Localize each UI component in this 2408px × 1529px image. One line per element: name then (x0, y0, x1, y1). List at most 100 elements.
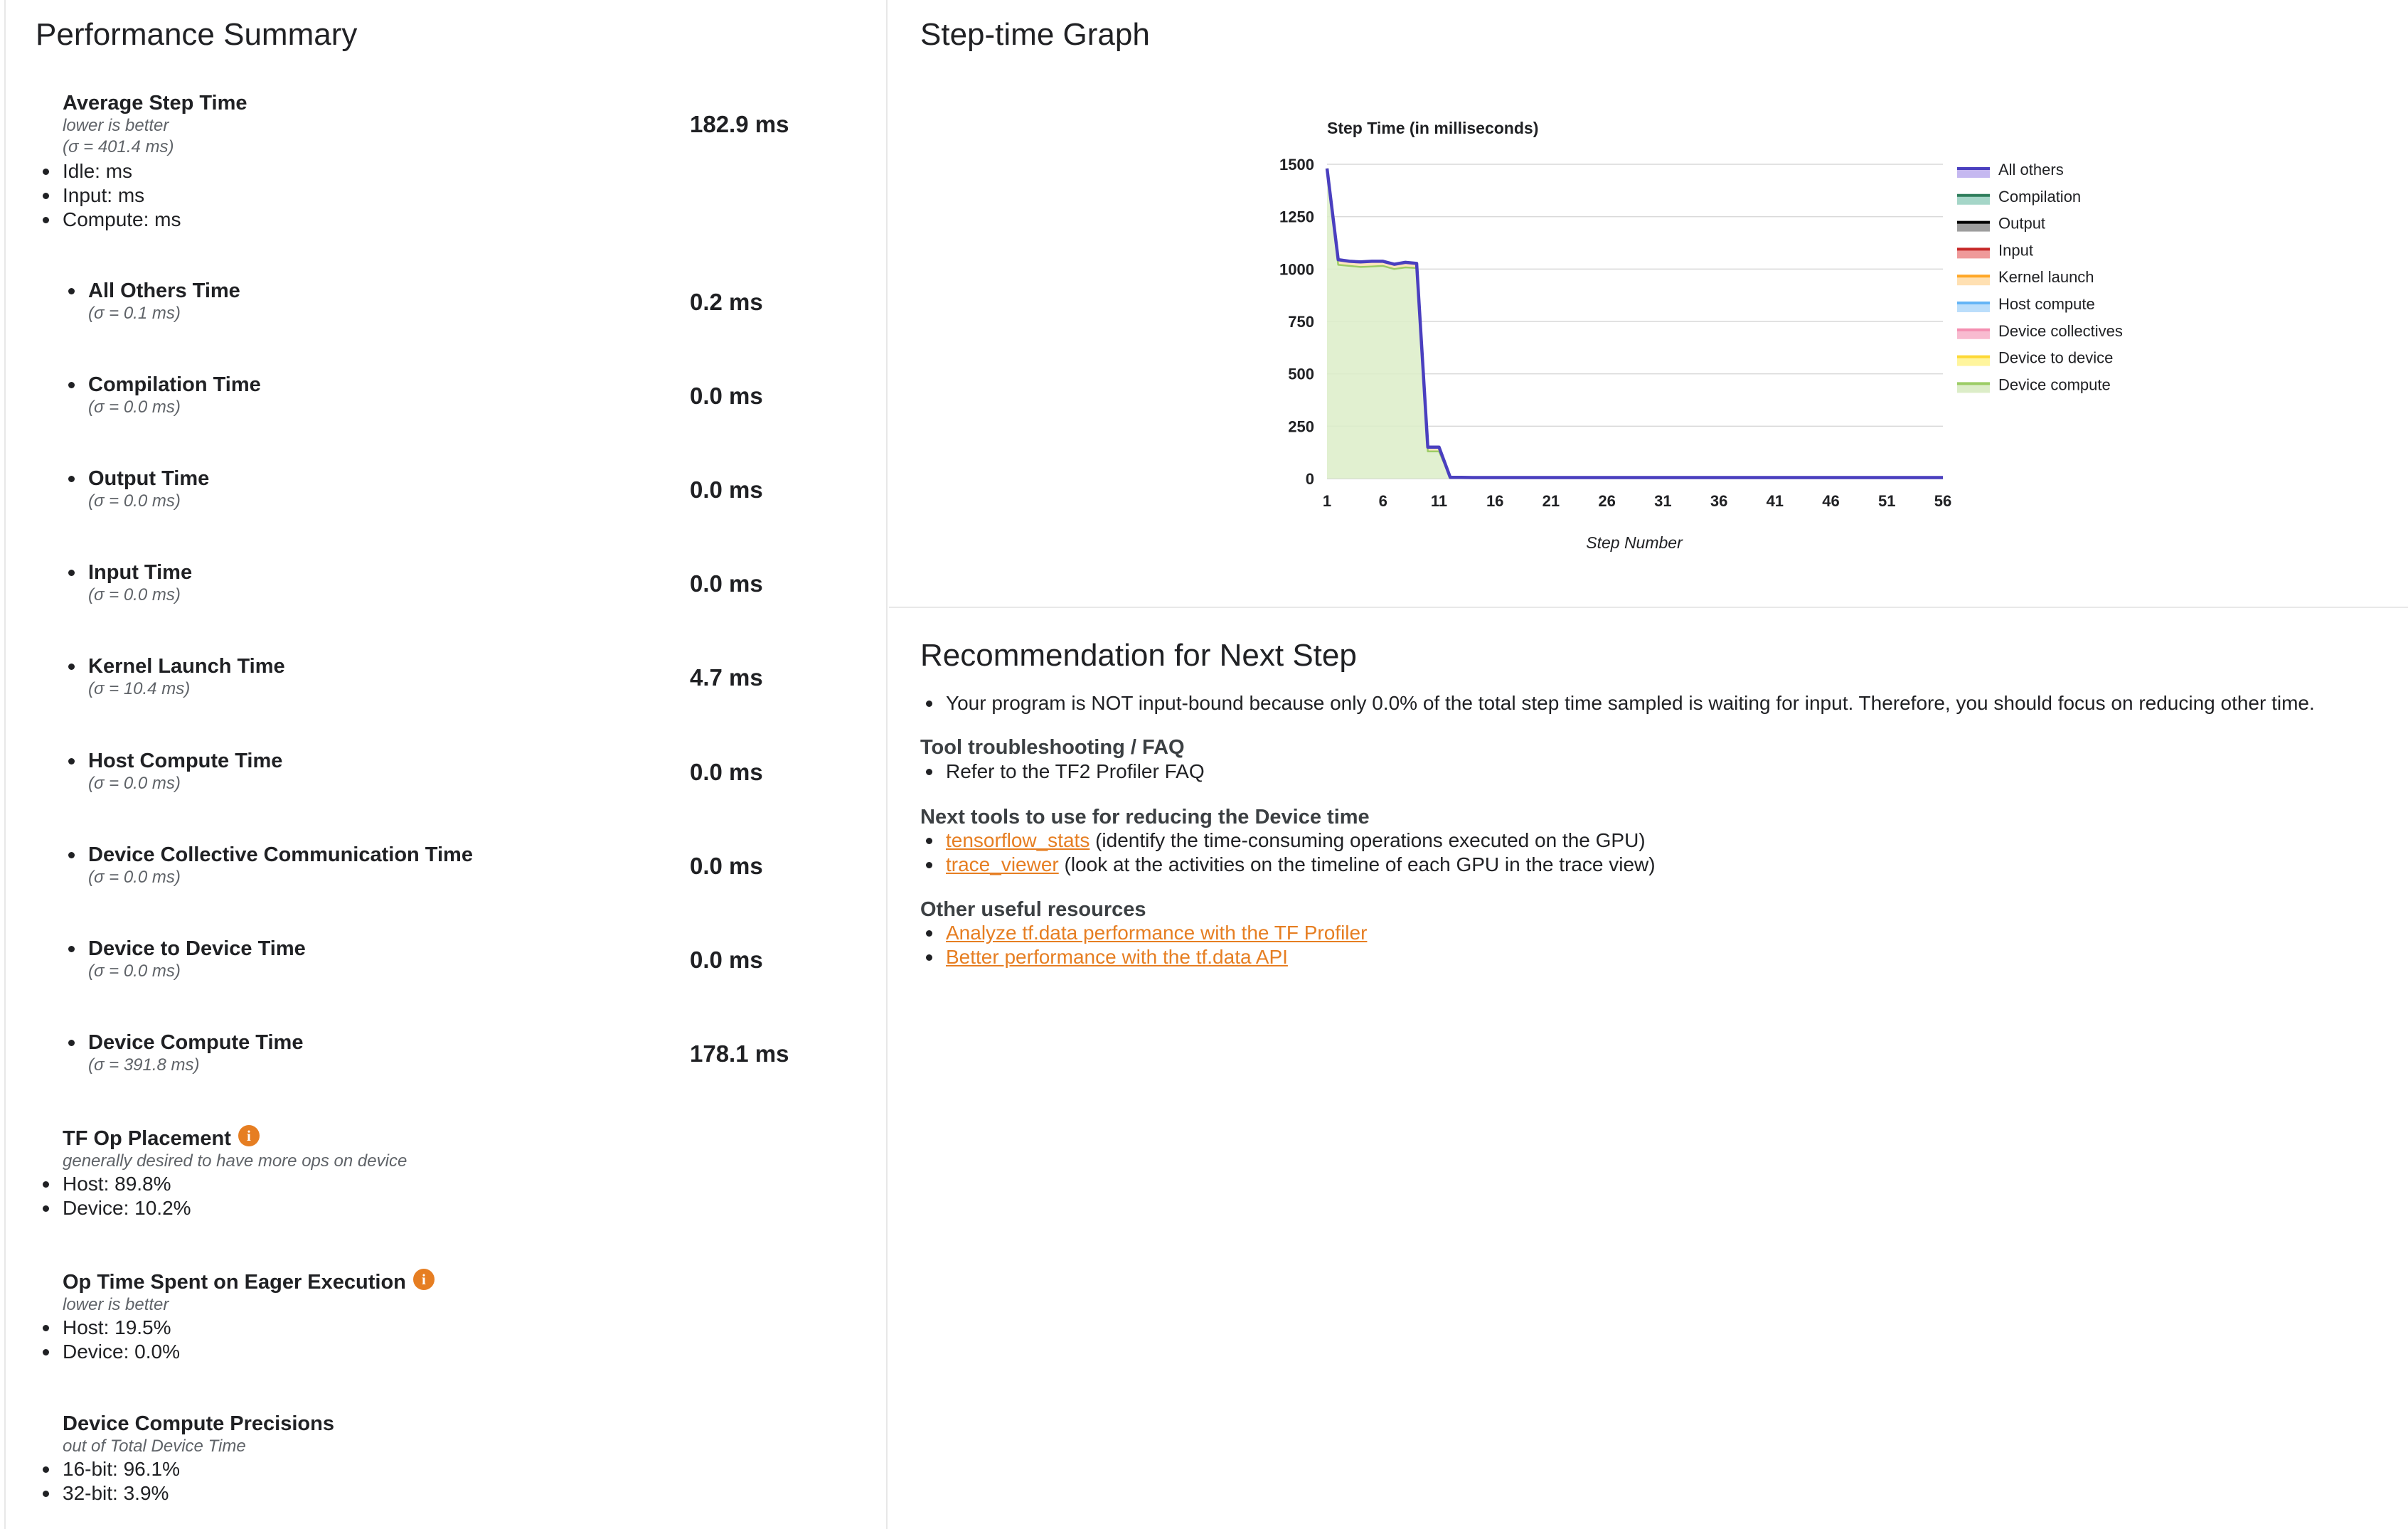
placement-host: Host: 89.8% (43, 1172, 845, 1196)
metric-all-others-value: 0.2 ms (690, 289, 763, 315)
x-tick-label: 56 (1934, 492, 1951, 510)
resource-item: Analyze tf.data performance with the TF … (925, 921, 1367, 945)
breakdown-compute: Compute: ms (43, 208, 845, 232)
legend-item[interactable]: All others (1957, 161, 2064, 179)
x-axis-label: Step Number (1586, 533, 1683, 552)
legend-item[interactable]: Compilation (1957, 188, 2081, 206)
y-tick-label: 1250 (1279, 208, 1314, 226)
metric-device-compute-value: 178.1 ms (690, 1040, 789, 1067)
step-time-chart: Step Time (in milliseconds) 0 250 500 750 10… (1279, 119, 2123, 552)
precisions-label: Device Compute Precisions (63, 1412, 334, 1435)
faq-heading: Tool troubleshooting / FAQ (920, 736, 1185, 759)
info-icon[interactable]: i (412, 1269, 435, 1290)
chart-y-ticks: 0 250 500 750 1000 1250 1500 (1279, 156, 1314, 488)
faq-list: Refer to the TF2 Profiler FAQ (926, 760, 1205, 784)
resource-item: Better performance with the tf.data API (925, 945, 1367, 969)
legend-label: Host compute (1998, 295, 2095, 313)
performance-summary-title: Performance Summary (36, 17, 358, 52)
metric-output-value: 0.0 ms (690, 476, 763, 503)
average-step-time-breakdown: Idle: ms Input: ms Compute: ms (43, 159, 845, 232)
average-step-time-value: 182.9 ms (690, 111, 789, 137)
performance-summary-panel: Performance Summary Average Step Time lo… (4, 0, 888, 1529)
legend-label: Device to device (1998, 349, 2113, 367)
tf-op-placement-block: TF Op Placement i generally desired to ha… (43, 1125, 845, 1220)
tf-op-placement-list: Host: 89.8% Device: 10.2% (43, 1172, 845, 1220)
y-tick-label: 1000 (1279, 260, 1314, 278)
precision-16bit: 16-bit: 96.1% (43, 1457, 845, 1481)
legend-label: Output (1998, 215, 2045, 233)
metric-compilation-value: 0.0 ms (690, 383, 763, 409)
tf-op-placement-label: TF Op Placement (63, 1127, 231, 1150)
breakdown-input: Input: ms (43, 183, 845, 208)
y-tick-label: 500 (1288, 366, 1314, 383)
y-tick-label: 750 (1288, 313, 1314, 331)
x-tick-label: 26 (1598, 492, 1615, 510)
y-tick-label: 0 (1306, 470, 1314, 488)
x-tick-label: 16 (1486, 492, 1503, 510)
precisions-list: 16-bit: 96.1% 32-bit: 3.9% (43, 1457, 845, 1506)
legend-label: All others (1998, 161, 2064, 179)
placement-device: Device: 10.2% (43, 1196, 845, 1220)
tool-item: tensorflow_stats (identify the time-cons… (926, 829, 1656, 853)
tool-description: (look at the activities on the timeline … (1058, 853, 1656, 875)
legend-label: Input (1998, 241, 2033, 259)
tools-list: tensorflow_stats (identify the time-cons… (926, 829, 1656, 877)
y-tick-label: 250 (1288, 417, 1314, 435)
eager-execution-list: Host: 19.5% Device: 0.0% (43, 1316, 845, 1364)
legend-item[interactable]: Output (1957, 215, 2045, 233)
metric-device-to-device-value: 0.0 ms (690, 947, 763, 973)
eager-execution-label: Op Time Spent on Eager Execution (63, 1271, 406, 1294)
x-tick-label: 51 (1878, 492, 1895, 510)
chart-title: Step Time (in milliseconds) (1327, 119, 1538, 137)
recommendation-title: Recommendation for Next Step (920, 638, 1357, 673)
legend-item[interactable]: Input (1957, 241, 2033, 259)
x-tick-label: 11 (1431, 492, 1447, 510)
eager-execution-note: lower is better (63, 1295, 169, 1314)
tfdata-api-link[interactable]: Better performance with the tf.data API (946, 946, 1288, 968)
legend-item[interactable]: Device to device (1957, 349, 2113, 367)
eager-execution-block: Op Time Spent on Eager Execution i lower … (43, 1269, 845, 1364)
tfdata-profiler-link[interactable]: Analyze tf.data performance with the TF … (946, 922, 1367, 944)
tools-heading: Next tools to use for reducing the Devic… (920, 806, 1370, 829)
info-icon[interactable]: i (238, 1125, 260, 1146)
x-tick-label: 36 (1710, 492, 1727, 510)
legend-label: Kernel launch (1998, 268, 2094, 286)
x-tick-label: 1 (1323, 492, 1331, 510)
legend-item[interactable]: Host compute (1957, 295, 2095, 313)
average-step-time-sigma: (σ = 401.4 ms) (63, 137, 174, 156)
eager-host: Host: 19.5% (43, 1316, 845, 1340)
recommendation-summary-list: Your program is NOT input-bound because … (926, 691, 2315, 715)
precision-32bit: 32-bit: 3.9% (43, 1481, 845, 1506)
tensorflow-stats-link[interactable]: tensorflow_stats (946, 829, 1090, 851)
recommendation-summary: Your program is NOT input-bound because … (926, 692, 2315, 714)
faq-item: Refer to the TF2 Profiler FAQ (926, 760, 1205, 782)
y-tick-label: 1500 (1279, 156, 1314, 174)
metric-device-collective-value: 0.0 ms (690, 853, 763, 879)
tf-op-placement-note: generally desired to have more ops on de… (63, 1151, 407, 1171)
legend-item[interactable]: Kernel launch (1957, 268, 2094, 286)
resources-list: Analyze tf.data performance with the TF … (925, 921, 1367, 969)
legend-item[interactable]: Device compute (1957, 375, 2111, 393)
resources-heading: Other useful resources (920, 898, 1146, 921)
precisions-note: out of Total Device Time (63, 1437, 246, 1456)
overview-page: Performance Summary Average Step Time lo… (0, 0, 2408, 1529)
x-tick-label: 41 (1767, 492, 1784, 510)
tool-item: trace_viewer (look at the activities on … (926, 853, 1656, 877)
legend-label: Device compute (1998, 375, 2111, 393)
breakdown-idle: Idle: ms (43, 159, 845, 183)
precisions-block: Device Compute Precisions out of Total D… (43, 1412, 845, 1506)
legend-item[interactable]: Device collectives (1957, 322, 2123, 340)
legend-label: Compilation (1998, 188, 2081, 206)
eager-device: Device: 0.0% (43, 1340, 845, 1364)
trace-viewer-link[interactable]: trace_viewer (946, 853, 1059, 875)
metric-host-compute-value: 0.0 ms (690, 759, 763, 785)
chart-legend: All others Compilation Output Input Kernel l… (1957, 161, 2123, 393)
tool-description: (identify the time-consuming operations … (1090, 829, 1646, 851)
x-tick-label: 46 (1822, 492, 1839, 510)
x-tick-label: 21 (1543, 492, 1560, 510)
legend-label: Device collectives (1998, 322, 2123, 340)
x-tick-label: 31 (1654, 492, 1671, 510)
recommendation-panel: Recommendation for Next Step Your progra… (889, 608, 2408, 1529)
metric-input-value: 0.0 ms (690, 570, 763, 597)
step-time-graph-panel: Step-time Graph Step Time (in millisecon… (889, 0, 2408, 608)
